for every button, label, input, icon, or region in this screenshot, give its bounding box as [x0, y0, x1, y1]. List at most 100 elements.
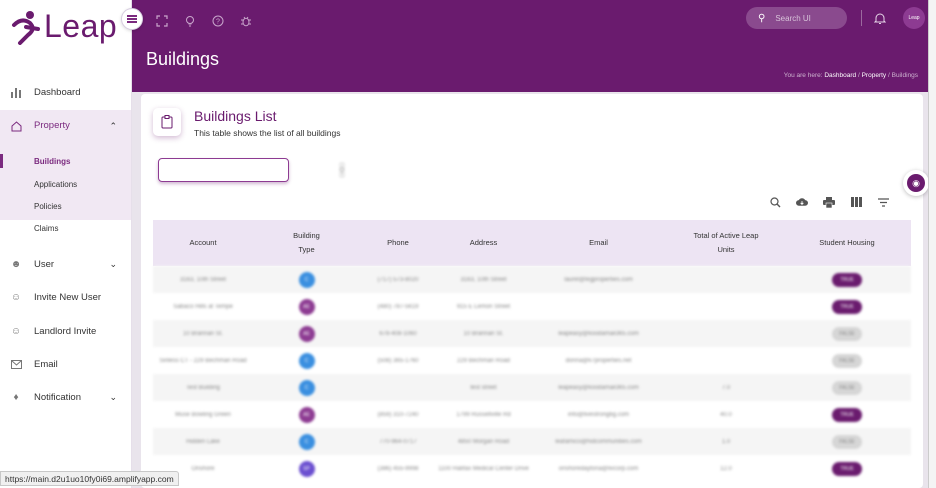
table-row[interactable]: 3163, 10th Street C (717) 573-8020 3163, 10… — [153, 266, 911, 293]
cell-address: 1100 Halifax Medical Center Drive — [438, 465, 529, 472]
notification-bell-icon[interactable] — [873, 12, 887, 28]
search-icon[interactable] — [769, 196, 781, 208]
search-icon: ⚲ — [758, 12, 766, 24]
cell-address: 229 Bechman Road — [456, 357, 511, 364]
cell-account: Muse Bowling Green — [175, 411, 231, 418]
table-row[interactable]: 10 Brannan St. AE 678-408-1060 10 Brannan S… — [153, 320, 911, 347]
cell-active-units: 40.0 — [720, 411, 732, 418]
bug-icon[interactable] — [239, 14, 253, 28]
columns-icon[interactable] — [850, 196, 862, 208]
sidebar-subitem-claims[interactable]: Claims — [34, 224, 58, 233]
mail-icon — [10, 358, 22, 370]
table-row[interactable]: Onshore SP (386) 455-9998 1100 Halifax Medi… — [153, 455, 911, 482]
sidebar-item-email[interactable]: Email — [0, 349, 131, 379]
sidebar-item-invite-new-user[interactable]: ☺ Invite New User — [0, 282, 131, 312]
sidebar: Leap Dashboard Property ⌃ Buildings Appl… — [0, 0, 132, 488]
column-header-email[interactable]: Email — [531, 236, 666, 250]
sidebar-item-landlord-invite[interactable]: ☺ Landlord Invite — [0, 316, 131, 346]
student-housing-badge: FALSE — [832, 326, 862, 341]
building-type-badge: C — [298, 271, 315, 288]
column-header-phone[interactable]: Phone — [360, 236, 436, 250]
column-header-active-units[interactable]: Total of Active Leap Units — [666, 229, 786, 257]
cell-student-housing: FALSE — [786, 326, 908, 341]
student-housing-badge: TRUE — [832, 272, 862, 287]
status-bar-url: https://main.d2u1uo10fy0i69.amplifyapp.c… — [0, 471, 179, 486]
cell-phone: 770-964-0717 — [379, 438, 417, 445]
chevron-up-icon[interactable]: ⌃ — [109, 121, 117, 132]
breadcrumb: You are here: Dashboard / Property / Bui… — [784, 72, 918, 79]
building-type-badge: AE — [298, 298, 315, 315]
sidebar-subitem-applications[interactable]: Applications — [34, 180, 77, 189]
cell-account: 3163, 10th Street — [179, 276, 227, 283]
clipboard-icon — [153, 108, 181, 136]
student-housing-badge: FALSE — [832, 353, 862, 368]
fullscreen-icon[interactable] — [155, 14, 169, 28]
student-housing-badge: TRUE — [832, 299, 862, 314]
student-housing-badge: TRUE — [832, 461, 862, 476]
cell-active-units: 12.0 — [720, 465, 732, 472]
sidebar-item-label: User — [34, 258, 55, 270]
theme-palette-button[interactable]: ◉ — [903, 170, 929, 196]
table-search-input[interactable] — [159, 159, 336, 181]
sidebar-item-label: Property — [34, 120, 70, 131]
users-icon: ☻ — [10, 258, 22, 270]
cell-email: info@livestrongbg.com — [567, 411, 630, 418]
table-search[interactable]: ⚲ — [158, 158, 345, 182]
table-search-button[interactable]: ⚲ — [339, 162, 345, 178]
home-icon — [10, 120, 22, 132]
table-row[interactable]: Test Building Ctest street leapeasy@koodam… — [153, 374, 911, 401]
column-header-account[interactable]: Account — [153, 236, 253, 250]
palette-icon: ◉ — [907, 174, 925, 192]
table-row[interactable]: Sabaco Hills at Tempe AE (480) 787-5619 915… — [153, 293, 911, 320]
sidebar-subitem-policies[interactable]: Policies — [34, 202, 62, 211]
table-row[interactable]: Hidden Lake C 770-964-0717 4850 Morgan Road… — [153, 428, 911, 455]
breadcrumb-dashboard[interactable]: Dashboard — [824, 72, 856, 79]
column-header-address[interactable]: Address — [436, 236, 531, 250]
table-row[interactable]: Muse Bowling Green AE (859) 310-7240 1799 R… — [153, 401, 911, 428]
bar-chart-icon — [10, 86, 22, 98]
table-header: Account Building Type Phone Address Emai… — [153, 220, 911, 266]
cell-address: 4850 Morgan Road — [457, 438, 510, 445]
table-row[interactable]: Sinless CT - 229 Bechman Road C (508) 365-… — [153, 347, 911, 374]
lightbulb-icon[interactable] — [183, 14, 197, 28]
column-header-student-housing[interactable]: Student Housing — [786, 236, 908, 250]
cell-student-housing: FALSE — [786, 434, 908, 449]
sidebar-item-user[interactable]: ☻ User ⌄ — [0, 249, 131, 279]
avatar[interactable]: Leap — [903, 7, 925, 29]
sidebar-item-label: Email — [34, 358, 58, 370]
table-toolbar — [769, 196, 889, 208]
column-header-building-type[interactable]: Building Type — [253, 229, 360, 257]
help-icon[interactable]: ? — [211, 14, 225, 28]
student-housing-badge: TRUE — [832, 407, 862, 422]
hamburger-icon — [127, 18, 137, 20]
svg-text:?: ? — [216, 19, 220, 26]
cell-address: 915 E Lemon Street — [456, 303, 511, 310]
logo[interactable]: Leap — [10, 8, 117, 45]
sidebar-item-dashboard[interactable]: Dashboard — [0, 77, 131, 107]
menu-toggle-button[interactable] — [121, 8, 143, 30]
sidebar-item-notification[interactable]: ♦ Notification ⌄ — [0, 382, 131, 412]
cell-phone: 678-408-1060 — [379, 330, 417, 337]
logo-text: Leap — [44, 8, 118, 44]
leap-logo-icon — [12, 10, 40, 45]
print-icon[interactable] — [823, 196, 835, 208]
cell-student-housing: TRUE — [786, 407, 908, 422]
table-body: 3163, 10th Street C (717) 573-8020 3163, 10… — [153, 266, 911, 482]
cell-address: 3163, 10th Street — [460, 276, 507, 283]
breadcrumb-separator: / — [887, 72, 890, 79]
sidebar-item-label: Invite New User — [34, 291, 102, 303]
sidebar-subitem-buildings[interactable]: Buildings — [34, 157, 70, 166]
filter-icon[interactable] — [877, 196, 889, 208]
cell-student-housing: TRUE — [786, 461, 908, 476]
cell-account: Test Building — [185, 384, 221, 391]
cloud-download-icon[interactable] — [796, 196, 808, 208]
breadcrumb-property[interactable]: Property — [862, 72, 887, 79]
global-search[interactable]: ⚲ — [746, 7, 847, 29]
cell-building-type: AE — [253, 298, 360, 315]
cell-email: laurel@legproperties.com — [564, 276, 633, 283]
window-edge — [928, 0, 936, 488]
chevron-down-icon[interactable]: ⌄ — [109, 392, 117, 403]
global-search-input[interactable] — [775, 13, 836, 23]
user-plus-icon: ☺ — [10, 325, 22, 337]
chevron-down-icon[interactable]: ⌄ — [109, 259, 117, 270]
